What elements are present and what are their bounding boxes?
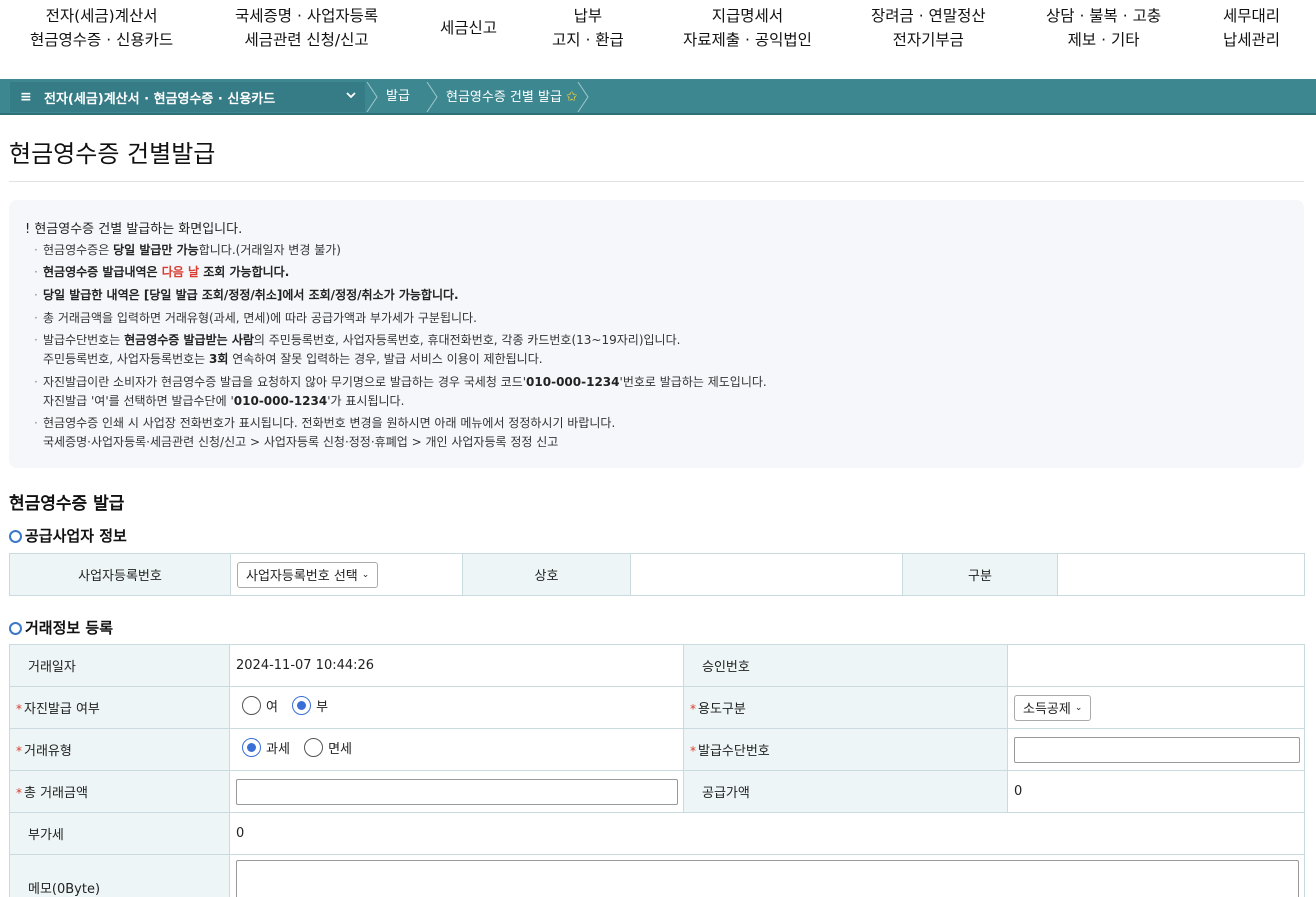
supply-amount-label: 공급가액 bbox=[683, 770, 1008, 813]
nav-item-agent[interactable]: 세무대리납세관리 bbox=[1223, 4, 1280, 52]
vat-label: 부가세 bbox=[9, 812, 230, 855]
usage-select-value: 소득공제 bbox=[1023, 702, 1071, 717]
issue-means-input[interactable] bbox=[1014, 736, 1300, 763]
notice-line: 총 거래금액을 입력하면 거래유형(과세, 면세)에 따라 공급가액과 부가세가… bbox=[34, 309, 477, 327]
company-name-label: 상호 bbox=[462, 553, 631, 596]
self-issue-no-radio[interactable]: 부 bbox=[292, 696, 328, 715]
notice-line: 발급수단번호는 현금영수증 발급받는 사람의 주민등록번호, 사업자등록번호, … bbox=[34, 331, 680, 349]
vat-value: 0 bbox=[229, 812, 1305, 855]
nav-label: 장려금 · 연말정산 bbox=[871, 7, 986, 25]
memo-label: 메모(0Byte) bbox=[9, 854, 230, 897]
trade-date-value: 2024-11-07 10:44:26 bbox=[229, 644, 684, 687]
total-amount-label: * 총 거래금액 bbox=[9, 770, 230, 813]
business-type-value bbox=[1057, 553, 1305, 596]
breadcrumb-main-label: 전자(세금)계산서 · 현금영수증 · 신용카드 bbox=[44, 91, 276, 107]
notice-head: ! 현금영수증 건별 발급하는 화면입니다. bbox=[25, 222, 243, 237]
nav-label: 국세증명 · 사업자등록 bbox=[235, 7, 379, 25]
breadcrumb-current-label: 현금영수증 건별 발급 bbox=[446, 90, 562, 105]
required-mark: * bbox=[16, 744, 22, 758]
nav-label: 상담 · 불복 · 고충 bbox=[1046, 7, 1162, 25]
approval-number-label: 승인번호 bbox=[683, 644, 1008, 687]
nav-label: 세금신고 bbox=[440, 19, 498, 37]
required-mark: * bbox=[690, 702, 696, 716]
breadcrumb-menu-select[interactable]: ≡ 전자(세금)계산서 · 현금영수증 · 신용카드 bbox=[10, 82, 365, 112]
nav-item-payment[interactable]: 납부고지 · 환급 bbox=[552, 4, 624, 52]
nav-label: 전자(세금)계산서 bbox=[45, 7, 158, 25]
notice-line: 현금영수증 인쇄 시 사업장 전화번호가 표시됩니다. 전화번호 변경을 원하시… bbox=[34, 414, 615, 432]
brn-label: 사업자등록번호 bbox=[9, 553, 231, 596]
chevron-right-icon bbox=[577, 82, 589, 112]
trade-info-title: 거래정보 등록 bbox=[9, 617, 113, 638]
usage-select[interactable]: 소득공제 ⌄ bbox=[1014, 694, 1092, 721]
section-title: 현금영수증 발급 bbox=[9, 494, 125, 514]
total-amount-input[interactable] bbox=[236, 778, 678, 805]
required-mark: * bbox=[16, 702, 22, 716]
brn-select-value: 사업자등록번호 선택 bbox=[246, 569, 358, 584]
notice-line: 당일 발급한 내역은 [당일 발급 조회/정정/취소]에서 조회/정정/취소가 … bbox=[34, 286, 459, 304]
issue-means-label: * 발급수단번호 bbox=[683, 728, 1008, 771]
notice-box: ! 현금영수증 건별 발급하는 화면입니다. 현금영수증은 당일 발급만 가능합… bbox=[9, 200, 1304, 468]
nav-sublabel: 제보 · 기타 bbox=[1067, 31, 1140, 49]
supplier-info-title: 공급사업자 정보 bbox=[9, 525, 127, 546]
chevron-right-icon bbox=[366, 82, 378, 112]
nav-label: 지급명세서 bbox=[711, 7, 784, 25]
nav-sublabel: 자료제출 · 공익법인 bbox=[683, 31, 812, 49]
trade-type-label: * 거래유형 bbox=[9, 728, 230, 771]
nav-sublabel: 현금영수증 · 신용카드 bbox=[30, 31, 174, 49]
radio-unchecked-icon bbox=[242, 696, 261, 715]
supplier-table: 사업자등록번호 사업자등록번호 선택 ⌄ 상호 구분 bbox=[9, 553, 1305, 596]
required-mark: * bbox=[690, 744, 696, 758]
nav-label: 납부 bbox=[573, 7, 603, 25]
page-title: 현금영수증 건별발급 bbox=[9, 140, 216, 168]
nav-label: 세무대리 bbox=[1223, 7, 1281, 25]
nav-sublabel: 세금관련 신청/신고 bbox=[244, 31, 369, 49]
usage-label: * 용도구분 bbox=[683, 686, 1008, 729]
chevron-down-icon: ⌄ bbox=[1074, 702, 1083, 713]
radio-checked-icon bbox=[242, 738, 261, 757]
self-issue-yes-radio[interactable]: 여 bbox=[242, 696, 278, 715]
radio-checked-icon bbox=[292, 696, 312, 715]
nav-item-counsel[interactable]: 상담 · 불복 · 고충제보 · 기타 bbox=[1046, 4, 1161, 52]
company-name-value bbox=[630, 553, 903, 596]
chevron-down-icon bbox=[346, 92, 356, 99]
trade-table: 거래일자 2024-11-07 10:44:26 승인번호 * 자진발급 여부 여… bbox=[9, 644, 1305, 897]
notice-line: 현금영수증 발급내역은 다음 날 조회 가능합니다. bbox=[34, 263, 289, 281]
nav-sublabel: 고지 · 환급 bbox=[552, 31, 624, 49]
menu-icon: ≡ bbox=[20, 89, 32, 105]
nav-item-statement[interactable]: 지급명세서자료제출 · 공익법인 bbox=[683, 4, 812, 52]
notice-line-cont: 국세증명·사업자등록·세금관련 신청/신고 > 사업자등록 신청·정정·휴폐업 … bbox=[43, 435, 559, 449]
breadcrumb-item-current[interactable]: 현금영수증 건별 발급 ✩ bbox=[446, 82, 578, 112]
notice-line-cont: 주민등록번호, 사업자등록번호는 3회 연속하여 잘못 입력하는 경우, 발급 … bbox=[43, 352, 543, 366]
chevron-right-icon bbox=[426, 82, 438, 112]
notice-line-cont: 자진발급 '여'를 선택하면 발급수단에 '010-000-1234'가 표시됩… bbox=[43, 394, 405, 408]
breadcrumb: ≡ 전자(세금)계산서 · 현금영수증 · 신용카드 발급 현금영수증 건별 발… bbox=[0, 79, 1316, 115]
top-navigation: 전자(세금)계산서현금영수증 · 신용카드 국세증명 · 사업자등록세금관련 신… bbox=[0, 0, 1316, 79]
trade-type-free-radio[interactable]: 면세 bbox=[304, 738, 352, 757]
title-divider bbox=[9, 181, 1304, 182]
business-type-label: 구분 bbox=[902, 553, 1058, 596]
radio-unchecked-icon bbox=[304, 738, 324, 757]
nav-sublabel: 전자기부금 bbox=[892, 31, 964, 49]
approval-number-value bbox=[1007, 644, 1305, 687]
nav-sublabel: 납세관리 bbox=[1223, 31, 1281, 49]
notice-line: 자진발급이란 소비자가 현금영수증 발급을 요청하지 않아 무기명으로 발급하는… bbox=[34, 373, 767, 391]
nav-item-certificate[interactable]: 국세증명 · 사업자등록세금관련 신청/신고 bbox=[235, 4, 378, 52]
chevron-down-icon: ⌄ bbox=[361, 569, 370, 580]
notice-line: 현금영수증은 당일 발급만 가능합니다.(거래일자 변경 불가) bbox=[34, 241, 341, 259]
nav-item-tax-return[interactable]: 세금신고 bbox=[440, 16, 497, 40]
supply-amount-value: 0 bbox=[1007, 770, 1305, 813]
breadcrumb-item-issue[interactable]: 발급 bbox=[386, 82, 410, 112]
required-mark: * bbox=[16, 786, 22, 800]
brn-select[interactable]: 사업자등록번호 선택 ⌄ bbox=[237, 561, 379, 588]
self-issue-label: * 자진발급 여부 bbox=[9, 686, 230, 729]
nav-item-incentive[interactable]: 장려금 · 연말정산전자기부금 bbox=[871, 4, 986, 52]
trade-date-label: 거래일자 bbox=[9, 644, 230, 687]
trade-type-tax-radio[interactable]: 과세 bbox=[242, 738, 290, 757]
memo-textarea[interactable] bbox=[236, 860, 1299, 897]
nav-item-etax[interactable]: 전자(세금)계산서현금영수증 · 신용카드 bbox=[30, 4, 173, 52]
